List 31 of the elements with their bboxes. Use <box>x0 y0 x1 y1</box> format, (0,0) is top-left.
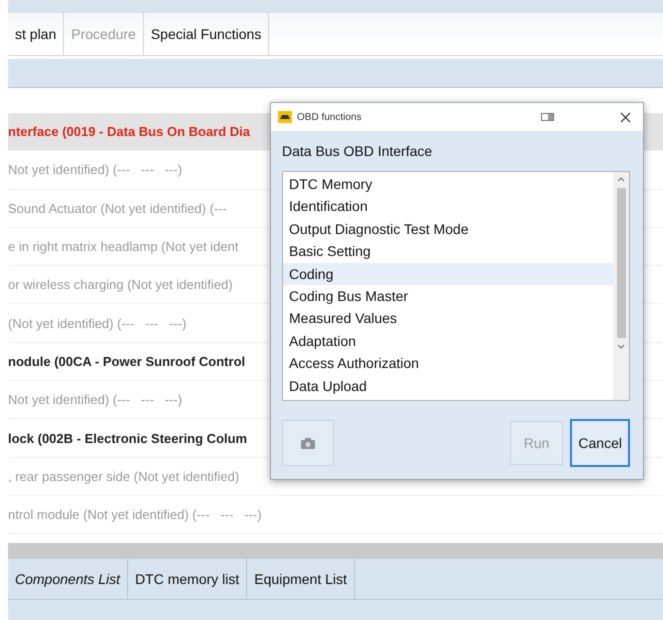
module-row[interactable]: nodule (00CA - Power Sunroof Control <box>8 354 246 369</box>
function-list[interactable]: DTC Memory Identification Output Diagnostic Test Mode Basic Setting Coding Coding Bus Master Measured Values Adaptation Access Authorization Data Upload <box>282 171 630 401</box>
scrollbar[interactable] <box>613 172 629 400</box>
list-item[interactable]: Basic Setting <box>283 240 613 263</box>
module-row[interactable]: nterface (0019 - Data Bus On Board Dia <box>8 124 250 140</box>
close-icon[interactable] <box>620 112 631 122</box>
module-row[interactable]: lock (002B - Electronic Steering Colum <box>8 430 248 446</box>
list-item[interactable]: DTC Memory <box>283 173 613 196</box>
camera-icon <box>300 436 316 450</box>
scroll-down-icon[interactable] <box>617 344 625 350</box>
scrollbar-thumb[interactable] <box>616 188 626 338</box>
list-item[interactable]: Access Authorization <box>283 352 613 375</box>
list-item[interactable]: Identification <box>283 195 613 218</box>
list-item[interactable]: Data Upload <box>283 374 613 397</box>
tab[interactable]: Special Functions <box>144 13 270 55</box>
dialog-title: OBD functions <box>297 112 362 122</box>
window-icon[interactable] <box>541 112 555 122</box>
camera-button[interactable] <box>282 420 334 466</box>
scroll-up-icon[interactable] <box>617 176 625 182</box>
dialog-button[interactable]: Cancel <box>570 419 630 467</box>
tab[interactable]: st plan <box>8 13 64 55</box>
list-item[interactable]: Adaptation <box>283 330 613 352</box>
list-item[interactable]: Measured Values <box>283 307 613 330</box>
tab[interactable]: Components List <box>8 559 128 599</box>
tab[interactable]: DTC memory list <box>128 559 248 599</box>
list-item[interactable]: Coding Bus Master <box>283 284 613 308</box>
list-item[interactable]: Output Diagnostic Test Mode <box>283 218 613 240</box>
tab[interactable]: Equipment List <box>247 559 355 599</box>
car-icon <box>278 111 292 123</box>
list-item[interactable]: Coding <box>283 262 613 285</box>
dialog-heading: Data Bus OBD Interface <box>282 143 434 159</box>
